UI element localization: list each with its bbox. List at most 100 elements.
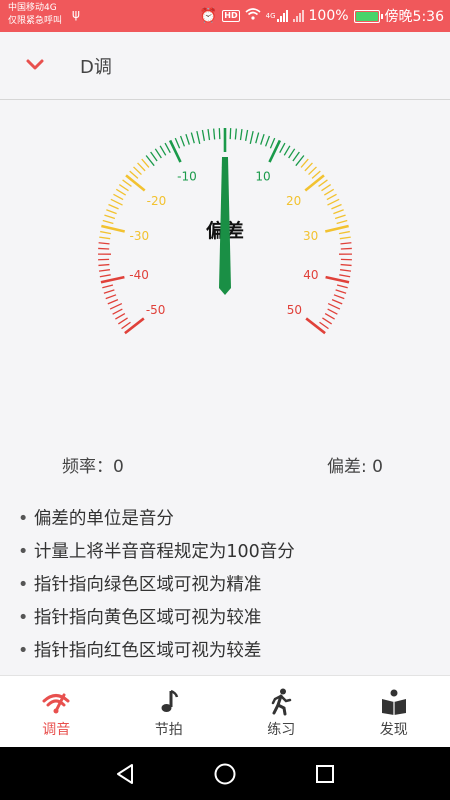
gauge-tick bbox=[325, 275, 350, 284]
nav-tab-discover[interactable]: 发现 bbox=[338, 676, 450, 748]
tuner-icon bbox=[42, 693, 70, 714]
clock: 傍晚5:36 bbox=[384, 9, 444, 25]
usb-icon: ψ bbox=[72, 7, 80, 21]
gauge-tick-label: -40 bbox=[129, 268, 149, 282]
gauge-tick bbox=[321, 184, 332, 192]
gauge-tick bbox=[99, 274, 111, 278]
frequency-readout: 频率：0 bbox=[62, 457, 124, 477]
gauge-tick bbox=[110, 198, 123, 206]
gauge-tick bbox=[141, 158, 150, 168]
gauge-tick bbox=[318, 179, 328, 187]
deviation-readout: 偏差: 0 bbox=[327, 457, 383, 477]
nav-tab-tuner[interactable]: 调音 bbox=[0, 676, 113, 748]
gauge-tick bbox=[327, 198, 340, 206]
gauge-tick bbox=[339, 274, 351, 278]
gauge-tick bbox=[340, 247, 352, 250]
gauge-tick bbox=[338, 230, 350, 235]
gauge-tick bbox=[100, 275, 125, 284]
gauge-tick bbox=[283, 145, 291, 156]
network-type-label: 4G bbox=[265, 12, 276, 20]
gauge-tick bbox=[304, 162, 313, 172]
gauge-tick bbox=[185, 133, 190, 145]
gauge-tick bbox=[104, 214, 116, 220]
gauge-tick bbox=[234, 128, 237, 140]
gauge-tick-label: 20 bbox=[286, 194, 301, 208]
signal-icon bbox=[276, 10, 288, 22]
gauge-tick bbox=[239, 129, 243, 141]
gauge-tick bbox=[335, 289, 347, 294]
gauge-tick bbox=[98, 247, 110, 250]
gauge-tick bbox=[326, 193, 337, 201]
gauge-tick bbox=[98, 263, 110, 267]
gauge-tick bbox=[107, 299, 119, 305]
signal-2-icon bbox=[292, 10, 304, 22]
gauge-tick bbox=[117, 317, 128, 325]
gauge-tick-label: -50 bbox=[146, 303, 166, 317]
gauge-tick bbox=[122, 179, 132, 187]
gauge-tick bbox=[323, 188, 335, 196]
gauge-tick bbox=[268, 139, 282, 163]
gauge-tick bbox=[339, 269, 352, 272]
tip-item: 指针指向红色区域可视为较差 bbox=[18, 635, 438, 668]
gauge-tick bbox=[311, 170, 321, 179]
gauge-tick bbox=[154, 148, 162, 159]
gauge-tick bbox=[207, 129, 211, 141]
gauge-tick bbox=[260, 133, 265, 145]
gauge-tick bbox=[105, 294, 117, 300]
gauge-needle bbox=[219, 157, 231, 295]
gauge-tick bbox=[244, 129, 249, 141]
music-note-icon bbox=[161, 689, 178, 712]
chevron-down-icon[interactable] bbox=[22, 52, 48, 78]
gauge-tick bbox=[174, 137, 181, 149]
gauge-tick bbox=[324, 224, 349, 233]
battery-icon bbox=[353, 9, 383, 23]
bottom-nav: 调音 节拍 练习 发现 bbox=[0, 675, 450, 748]
nav-label-practice: 练习 bbox=[267, 722, 296, 738]
gauge-tick bbox=[113, 193, 124, 201]
gauge-tick bbox=[102, 284, 114, 289]
gauge-tick bbox=[304, 174, 325, 192]
back-triangle-icon[interactable] bbox=[112, 761, 138, 787]
gauge-tick bbox=[322, 317, 333, 325]
gauge-tick bbox=[333, 294, 345, 300]
gauge-tick bbox=[106, 209, 117, 215]
gauge-tick bbox=[300, 158, 309, 168]
gauge-tick bbox=[103, 289, 115, 294]
gauge-tick bbox=[102, 219, 114, 225]
gauge-tick bbox=[255, 132, 260, 144]
gauge-tick bbox=[340, 263, 352, 267]
gauge-tick bbox=[118, 184, 129, 192]
gauge-tick bbox=[190, 132, 195, 144]
nav-tab-practice[interactable]: 练习 bbox=[225, 676, 338, 748]
gauge-tick bbox=[124, 317, 145, 335]
gauge-tick bbox=[133, 166, 142, 176]
gauge-tick bbox=[101, 224, 126, 233]
system-nav-bar bbox=[0, 747, 450, 800]
gauge-tick bbox=[249, 131, 254, 144]
recents-square-icon[interactable] bbox=[312, 761, 338, 787]
gauge-tick bbox=[100, 230, 112, 235]
gauge-tick bbox=[129, 170, 139, 179]
gauge-tick bbox=[336, 284, 348, 289]
gauge-tick-label: -10 bbox=[177, 170, 197, 184]
gauge-tick bbox=[179, 135, 186, 147]
gauge-tick-label: -30 bbox=[130, 229, 150, 243]
gauge-tick bbox=[164, 142, 171, 154]
wifi-icon bbox=[245, 8, 261, 24]
nav-tab-metronome[interactable]: 节拍 bbox=[113, 676, 226, 748]
gauge-tick bbox=[109, 302, 123, 310]
gauge-tick bbox=[333, 209, 344, 215]
gauge-tick bbox=[339, 236, 351, 240]
gauge-tick bbox=[305, 317, 326, 335]
battery-percent: 100% bbox=[308, 8, 349, 24]
home-circle-icon[interactable] bbox=[212, 761, 238, 787]
gauge-tick bbox=[121, 321, 131, 330]
gauge-tick bbox=[108, 203, 119, 210]
gauge-tick bbox=[292, 151, 300, 162]
tip-item: 偏差的单位是音分 bbox=[18, 503, 438, 536]
gauge-tick bbox=[331, 299, 343, 305]
carrier-label: 中国移动4G bbox=[8, 3, 57, 13]
gauge-tick-label: 50 bbox=[287, 303, 302, 317]
gauge-tick bbox=[150, 151, 158, 162]
gauge-tick bbox=[115, 312, 126, 320]
